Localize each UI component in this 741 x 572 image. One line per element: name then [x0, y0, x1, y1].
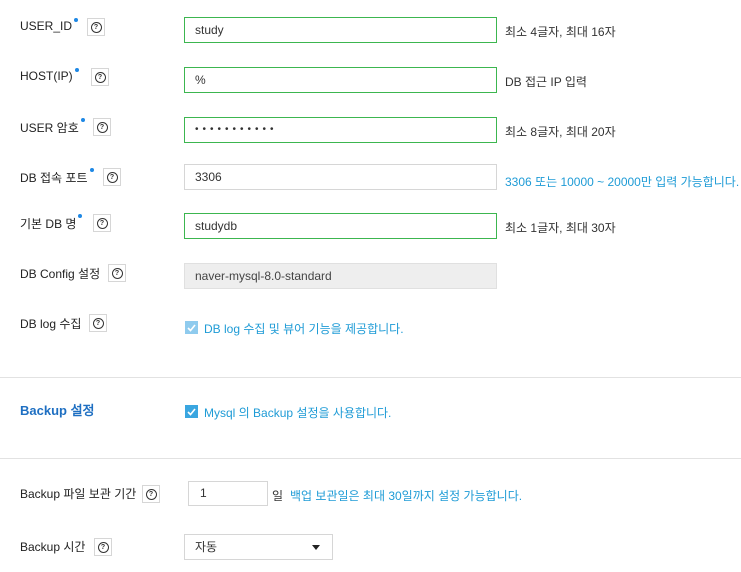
- db-log-checkbox-label[interactable]: DB log 수집 및 뷰어 기능을 제공합니다.: [204, 320, 404, 337]
- backup-time-selected: 자동: [195, 540, 218, 554]
- db-config-field: naver-mysql-8.0-standard: [184, 263, 497, 289]
- backup-retention-unit: 일: [272, 489, 284, 503]
- backup-retention-value: 1: [200, 486, 207, 500]
- port-label-text: DB 접속 포트: [20, 171, 88, 185]
- password-label-text: USER 암호: [20, 121, 79, 135]
- required-dot: [78, 214, 83, 218]
- db-name-label: 기본 DB 명: [20, 214, 83, 232]
- backup-section-title: Backup 설정: [20, 403, 95, 418]
- password-mask: •••••••••••: [195, 124, 278, 135]
- db-config-label-text: DB Config 설정: [20, 267, 101, 281]
- backup-time-label: Backup 시간: [20, 538, 85, 555]
- host-help-icon[interactable]: ?: [91, 68, 109, 86]
- required-dot: [74, 68, 79, 72]
- port-input[interactable]: [184, 164, 497, 190]
- backup-time-select[interactable]: 자동: [184, 534, 333, 560]
- user-id-help-icon[interactable]: ?: [87, 18, 105, 36]
- host-label-text: HOST(IP): [20, 69, 73, 83]
- db-name-label-text: 기본 DB 명: [20, 217, 77, 231]
- db-log-checkbox[interactable]: [185, 321, 198, 334]
- backup-time-help-icon[interactable]: ?: [94, 538, 112, 556]
- backup-retention-help-icon[interactable]: ?: [142, 485, 160, 503]
- user-id-hint: 최소 4글자, 최대 16자: [505, 25, 616, 39]
- db-log-label: DB log 수집: [20, 315, 81, 332]
- db-config-label: DB Config 설정: [20, 265, 100, 282]
- db-name-hint: 최소 1글자, 최대 30자: [505, 221, 616, 235]
- required-dot: [80, 118, 85, 122]
- password-help-icon[interactable]: ?: [93, 118, 111, 136]
- db-log-help-icon[interactable]: ?: [89, 314, 107, 332]
- db-name-help-icon[interactable]: ?: [93, 214, 111, 232]
- password-input[interactable]: •••••••••••: [184, 117, 497, 143]
- password-hint: 최소 8글자, 최대 20자: [505, 125, 616, 139]
- password-label: USER 암호: [20, 118, 85, 136]
- user-id-label-text: USER_ID: [20, 19, 73, 33]
- check-icon: [187, 323, 196, 332]
- backup-time-label-text: Backup 시간: [20, 540, 86, 554]
- backup-retention-hint: 백업 보관일은 최대 30일까지 설정 가능합니다.: [290, 489, 523, 503]
- db-name-input[interactable]: [184, 213, 497, 239]
- backup-retention-label-text: Backup 파일 보관 기간: [20, 487, 137, 501]
- port-help-icon[interactable]: ?: [103, 168, 121, 186]
- backup-retention-input[interactable]: 1: [188, 481, 268, 506]
- db-config-value: naver-mysql-8.0-standard: [195, 269, 332, 283]
- backup-checkbox-label[interactable]: Mysql 의 Backup 설정을 사용합니다.: [204, 404, 391, 421]
- required-dot: [89, 168, 94, 172]
- port-label: DB 접속 포트: [20, 168, 94, 186]
- divider: [0, 377, 741, 378]
- backup-checkbox[interactable]: [185, 405, 198, 418]
- backup-retention-label: Backup 파일 보관 기간: [20, 485, 136, 502]
- user-id-input[interactable]: [184, 17, 497, 43]
- host-label: HOST(IP): [20, 68, 79, 83]
- check-icon: [187, 407, 196, 416]
- host-input[interactable]: [184, 67, 497, 93]
- port-hint: 3306 또는 10000 ~ 20000만 입력 가능합니다.: [505, 175, 740, 189]
- user-id-label: USER_ID: [20, 18, 79, 33]
- divider: [0, 458, 741, 459]
- db-log-label-text: DB log 수집: [20, 317, 82, 331]
- chevron-down-icon: [312, 545, 320, 550]
- db-config-help-icon[interactable]: ?: [108, 264, 126, 282]
- host-hint: DB 접근 IP 입력: [505, 75, 587, 89]
- required-dot: [74, 18, 79, 22]
